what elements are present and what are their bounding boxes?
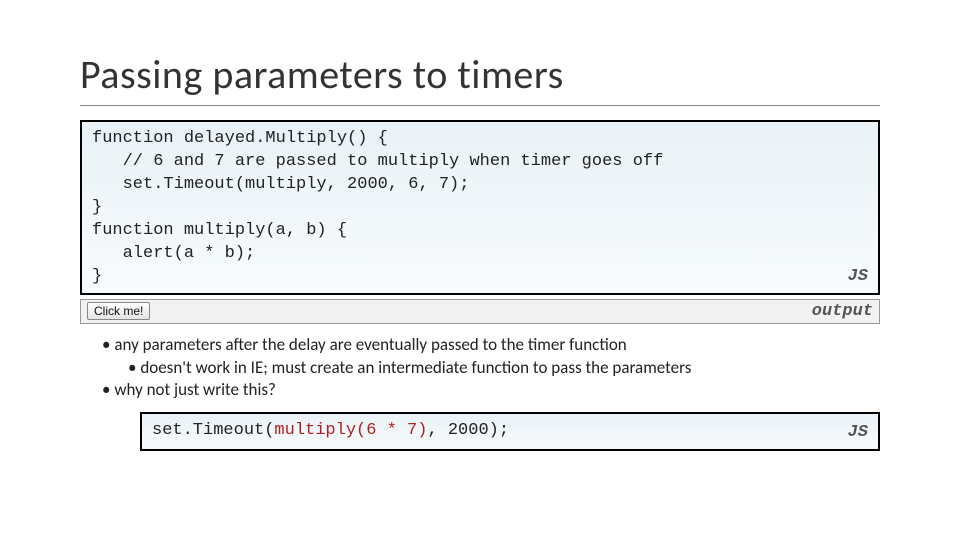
bullet-item-sub: doesn't work in IE; must create an inter… bbox=[128, 357, 880, 380]
language-tag: JS bbox=[848, 266, 868, 289]
output-row: Click me! output bbox=[80, 299, 880, 324]
code-text: set.Timeout( bbox=[152, 421, 274, 440]
bullet-text: why not just write this? bbox=[114, 379, 276, 400]
code-line: } bbox=[92, 266, 868, 289]
code-line: function delayed.Multiply() { bbox=[92, 128, 868, 151]
language-tag: JS bbox=[848, 422, 868, 445]
click-me-button[interactable]: Click me! bbox=[87, 302, 150, 320]
code-line: set.Timeout(multiply, 2000, 6, 7); bbox=[92, 174, 868, 197]
output-label: output bbox=[812, 302, 873, 321]
slide-title: Passing parameters to timers bbox=[80, 50, 880, 99]
bullet-item: why not just write this? bbox=[102, 379, 880, 402]
slide-container: Passing parameters to timers function de… bbox=[0, 0, 960, 495]
code-line: } bbox=[92, 197, 868, 220]
code-text: , 2000); bbox=[427, 421, 509, 440]
bullet-list: any parameters after the delay are event… bbox=[102, 334, 880, 403]
code-block-1: function delayed.Multiply() { // 6 and 7… bbox=[80, 120, 880, 295]
code-block-2: set.Timeout(multiply(6 * 7), 2000); JS bbox=[140, 412, 880, 451]
bullet-item: any parameters after the delay are event… bbox=[102, 334, 880, 357]
code-highlight: multiply(6 * 7) bbox=[274, 421, 427, 440]
title-underline bbox=[80, 105, 880, 106]
bullet-text: any parameters after the delay are event… bbox=[114, 334, 626, 355]
code-line: alert(a * b); bbox=[92, 243, 868, 266]
code-line: // 6 and 7 are passed to multiply when t… bbox=[92, 151, 868, 174]
code-line: function multiply(a, b) { bbox=[92, 220, 868, 243]
bullet-text: doesn't work in IE; must create an inter… bbox=[140, 357, 691, 378]
